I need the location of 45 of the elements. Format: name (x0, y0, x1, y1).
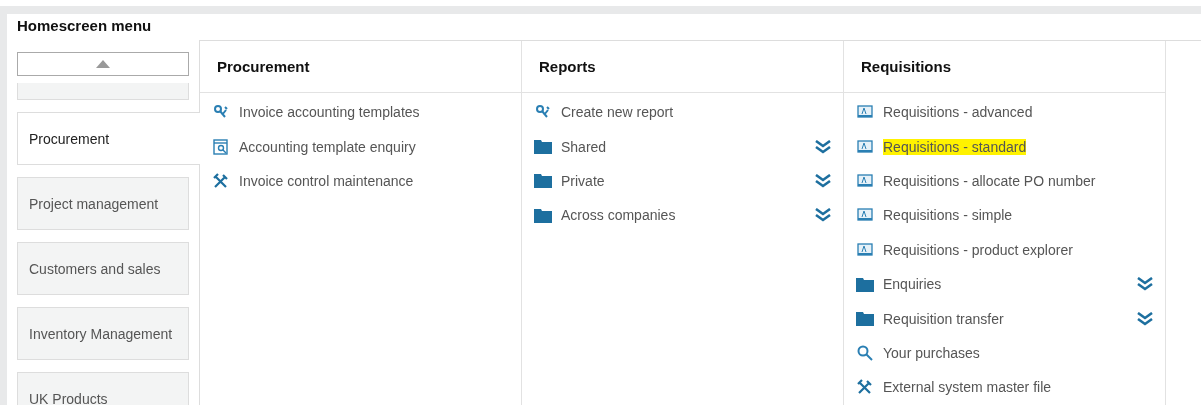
menu-item-link[interactable]: Private (561, 172, 605, 189)
menu-item-link[interactable]: Requisitions - advanced (883, 104, 1033, 121)
menu-item-link[interactable]: Invoice accounting templates (239, 104, 420, 121)
menu-item-link[interactable]: Create new report (561, 104, 674, 121)
sidebar-tab[interactable]: Project management (17, 177, 189, 230)
column-heading: Reports (539, 58, 596, 75)
expand-chevron-icon[interactable] (815, 139, 831, 154)
expand-chevron-icon[interactable] (815, 208, 831, 223)
menu-item-link[interactable]: Requisition transfer (883, 310, 1004, 327)
up-triangle-icon (96, 60, 110, 68)
sidebar-tab[interactable]: Customers and sales (17, 242, 189, 295)
menu-item-link[interactable]: Enquiries (883, 276, 942, 293)
folder-icon (534, 139, 552, 155)
column-heading: Procurement (217, 58, 310, 75)
document-search-icon (212, 138, 230, 155)
menu-item-link[interactable]: Accounting template enquiry (239, 138, 416, 155)
menu-item-link[interactable]: External system master file (883, 379, 1052, 396)
folder-icon (856, 276, 874, 292)
search-icon (856, 344, 874, 361)
menu-item-link[interactable]: Invoice control maintenance (239, 172, 414, 189)
menu-item-link[interactable]: Requisitions - standard (883, 138, 1027, 155)
form-icon (856, 105, 874, 120)
sidebar-tab[interactable]: Inventory Management (17, 307, 189, 360)
sidebar-tab[interactable]: UK Products (17, 372, 189, 405)
form-icon (856, 242, 874, 257)
menu-item-link[interactable]: Requisitions - allocate PO number (883, 172, 1096, 189)
tools-icon (212, 172, 230, 189)
page-title: Homescreen menu (17, 16, 153, 36)
menu-item-link[interactable]: Across companies (561, 207, 676, 224)
form-icon (856, 139, 874, 154)
expand-chevron-icon[interactable] (815, 173, 831, 188)
folder-icon (534, 207, 552, 223)
form-icon (856, 173, 874, 188)
menu-item-link[interactable]: Requisitions - simple (883, 207, 1013, 224)
expand-chevron-icon[interactable] (1137, 277, 1153, 292)
folder-icon (856, 311, 874, 327)
sidebar-tab[interactable]: Procurement (17, 112, 200, 165)
menu-item-link[interactable]: Shared (561, 138, 607, 155)
tools-icon (856, 379, 874, 396)
folder-icon (534, 173, 552, 189)
menu-item-link[interactable]: Requisitions - product explorer (883, 241, 1073, 258)
expand-chevron-icon[interactable] (1137, 311, 1153, 326)
form-icon (856, 208, 874, 223)
menu-item-link[interactable]: Your purchases (883, 344, 980, 361)
column-heading: Requisitions (861, 58, 951, 75)
